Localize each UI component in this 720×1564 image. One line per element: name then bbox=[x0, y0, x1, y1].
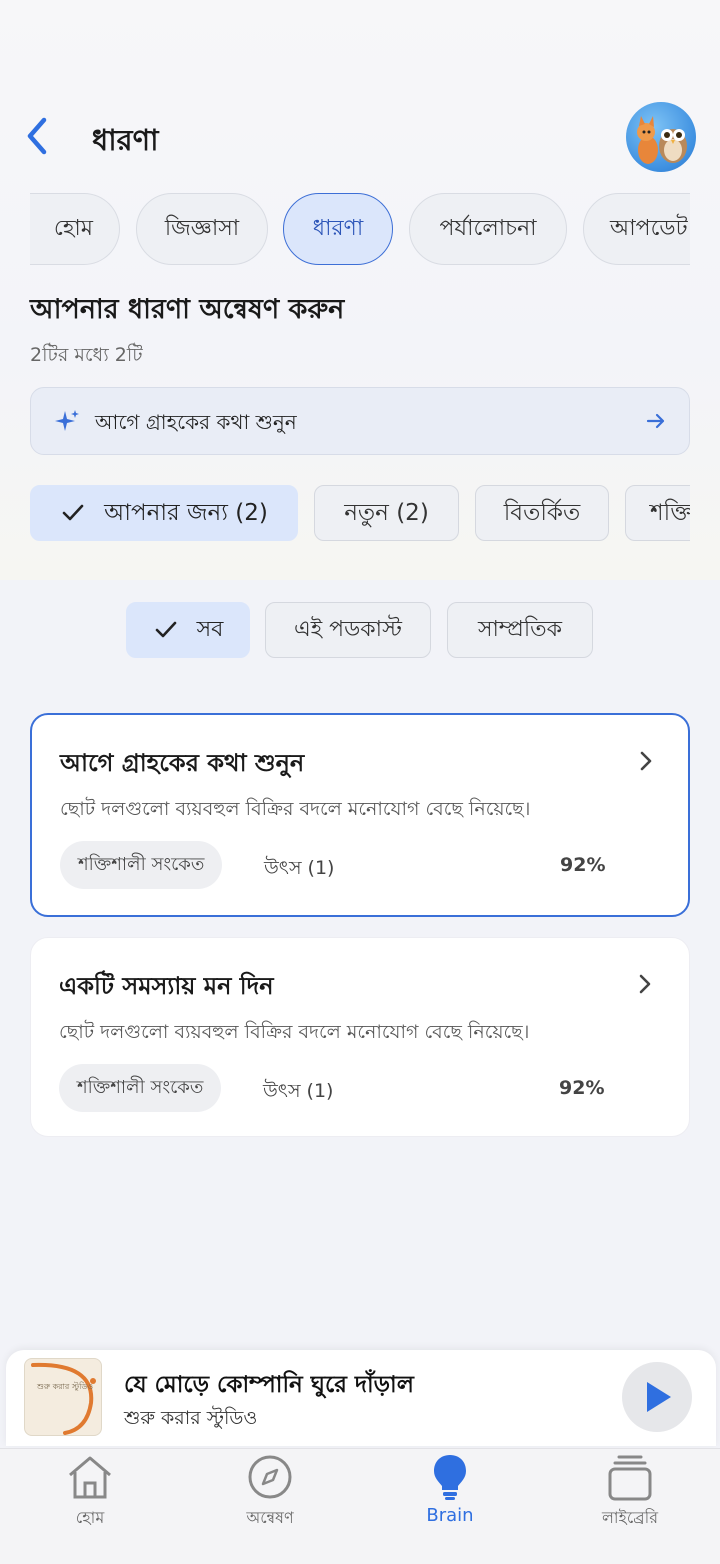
scope-label: এই পডকাস্ট bbox=[293, 616, 403, 642]
nav-brain[interactable]: Brain bbox=[360, 1449, 540, 1564]
tab-updates[interactable]: আপডেট bbox=[583, 193, 690, 265]
avatar-illustration bbox=[637, 116, 687, 164]
tab-label: আপডেট bbox=[610, 215, 688, 241]
arrow-right-icon bbox=[646, 413, 665, 429]
episode-title: যে মোড়ে কোম্পানি ঘুরে দাঁড়াল bbox=[124, 1372, 414, 1398]
source-count[interactable]: উৎস (1) bbox=[264, 854, 334, 886]
back-button[interactable] bbox=[14, 114, 58, 158]
filter-for-you[interactable]: আপনার জন্য (2) bbox=[30, 485, 298, 541]
signal-badge: শক্তিশালী সংকেত bbox=[59, 1064, 222, 1112]
section-count: 2টির মধ্যে 2টি bbox=[30, 344, 143, 366]
idea-card[interactable]: একটি সমস্যায় মন দিন ছোট দলগুলো ব্যয়বহু… bbox=[30, 937, 690, 1137]
compass-icon bbox=[248, 1455, 292, 1499]
card-title: আগে গ্রাহকের কথা শুনুন bbox=[60, 749, 305, 777]
tab-label: জিজ্ঞাসা bbox=[164, 215, 240, 241]
tab-home[interactable]: হোম bbox=[30, 193, 120, 265]
banner-text: আগে গ্রাহকের কথা শুনুন bbox=[95, 410, 297, 434]
mini-player[interactable]: শুরু করার স্টুডিও যে মোড়ে কোম্পানি ঘুরে… bbox=[6, 1350, 716, 1446]
artwork-arc bbox=[31, 1362, 96, 1435]
chevron-right-icon bbox=[639, 974, 651, 994]
section-title: আপনার ধারণা অন্বেষণ করুন bbox=[30, 294, 345, 325]
nav-label: অন্বেষণ bbox=[246, 1508, 294, 1527]
nav-label: Brain bbox=[426, 1505, 474, 1526]
page-title: ধারণা bbox=[92, 123, 159, 157]
tab-label: পর্যালোচনা bbox=[439, 215, 537, 241]
filter-label: নতুন (2) bbox=[344, 499, 429, 526]
scope-row: সব এই পডকাস্ট সাম্প্রতিক bbox=[0, 602, 720, 658]
confidence-percent: 92% bbox=[559, 1077, 605, 1099]
podcast-name: শুরু করার স্টুডিও bbox=[124, 1407, 258, 1429]
nav-tabs: হোম জিজ্ঞাসা ধারণা পর্যালোচনা আপডেট bbox=[0, 193, 690, 265]
signal-badge: শক্তিশালী সংকেত bbox=[60, 841, 223, 889]
home-icon bbox=[69, 1456, 111, 1499]
filter-label: শক্তি bbox=[650, 499, 690, 526]
bottom-nav: হোম অন্বেষণ Brain লাইব্রেরি bbox=[0, 1448, 720, 1564]
artwork-text: শুরু করার স্টুডিও bbox=[37, 1382, 94, 1391]
scope-all[interactable]: সব bbox=[126, 602, 250, 658]
tab-ideas[interactable]: ধারণা bbox=[283, 193, 393, 265]
check-icon bbox=[62, 504, 84, 521]
filter-new[interactable]: নতুন (2) bbox=[314, 485, 459, 541]
nav-label: লাইব্রেরি bbox=[601, 1508, 659, 1527]
confidence-percent: 92% bbox=[560, 854, 606, 876]
play-icon bbox=[647, 1382, 671, 1412]
scope-label: সব bbox=[196, 616, 224, 642]
tab-label: ধারণা bbox=[312, 215, 364, 241]
filter-label: বিতর্কিত bbox=[503, 499, 581, 526]
card-description: ছোট দলগুলো ব্যয়বহুল বিক্রির বদলে মনোযোগ… bbox=[59, 1021, 530, 1043]
filter-controversial[interactable]: বিতর্কিত bbox=[475, 485, 609, 541]
lightbulb-icon bbox=[434, 1455, 466, 1500]
nav-label: হোম bbox=[75, 1508, 105, 1527]
filter-row: আপনার জন্য (2) নতুন (2) বিতর্কিত শক্তি bbox=[30, 485, 690, 541]
library-icon bbox=[608, 1455, 652, 1501]
filter-label: আপনার জন্য (2) bbox=[104, 499, 268, 526]
suggestion-banner[interactable]: আগে গ্রাহকের কথা শুনুন bbox=[30, 387, 690, 455]
avatar[interactable] bbox=[626, 102, 696, 172]
scope-label: সাম্প্রতিক bbox=[477, 616, 563, 642]
chevron-right-icon bbox=[640, 751, 652, 771]
tab-review[interactable]: পর্যালোচনা bbox=[409, 193, 567, 265]
tab-label: হোম bbox=[53, 215, 93, 241]
play-button[interactable] bbox=[622, 1362, 692, 1432]
filter-strong[interactable]: শক্তি bbox=[625, 485, 690, 541]
card-description: ছোট দলগুলো ব্যয়বহুল বিক্রির বদলে মনোযোগ… bbox=[60, 798, 531, 820]
header: ধারণা bbox=[0, 100, 720, 176]
source-count[interactable]: উৎস (1) bbox=[263, 1077, 333, 1109]
episode-artwork: শুরু করার স্টুডিও bbox=[24, 1358, 102, 1436]
card-title: একটি সমস্যায় মন দিন bbox=[59, 972, 274, 1000]
nav-library[interactable]: লাইব্রেরি bbox=[540, 1449, 720, 1564]
chevron-left-icon bbox=[27, 117, 47, 155]
nav-explore[interactable]: অন্বেষণ bbox=[180, 1449, 360, 1564]
sparkle-icon bbox=[55, 410, 79, 431]
idea-card[interactable]: আগে গ্রাহকের কথা শুনুন ছোট দলগুলো ব্যয়ব… bbox=[30, 713, 690, 917]
nav-home[interactable]: হোম bbox=[0, 1449, 180, 1564]
tab-questions[interactable]: জিজ্ঞাসা bbox=[136, 193, 268, 265]
scope-this-podcast[interactable]: এই পডকাস্ট bbox=[265, 602, 431, 658]
scope-recent[interactable]: সাম্প্রতিক bbox=[447, 602, 593, 658]
check-icon bbox=[155, 621, 176, 638]
